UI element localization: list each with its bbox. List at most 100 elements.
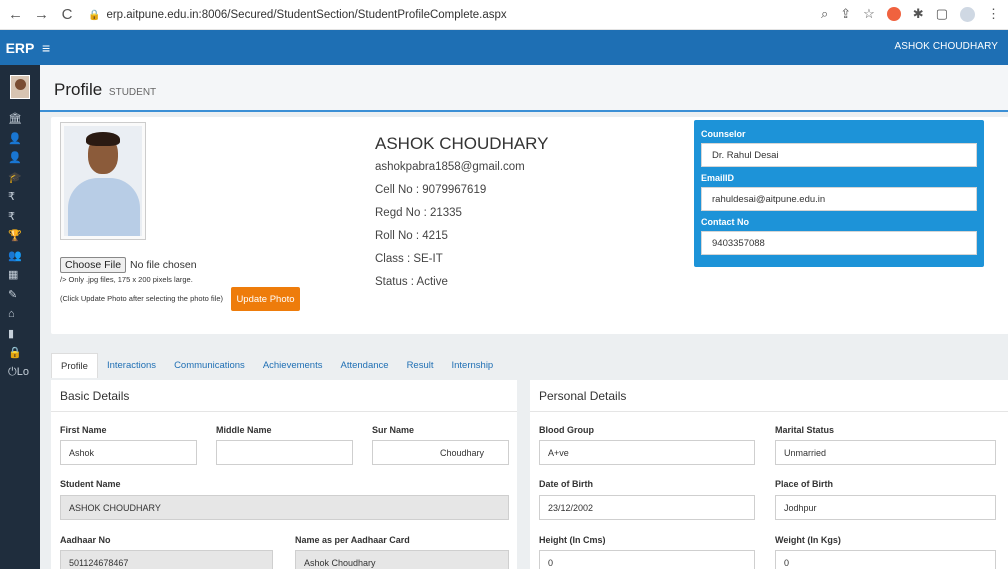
tab-interactions[interactable]: Interactions bbox=[98, 353, 165, 378]
tab-achievements[interactable]: Achievements bbox=[254, 353, 332, 378]
tab-internship[interactable]: Internship bbox=[443, 353, 503, 378]
main-content: Profile STUDENT Choose File No file chos… bbox=[40, 65, 1008, 569]
update-photo-hint: (Click Update Photo after selecting the … bbox=[60, 294, 224, 303]
reload-icon[interactable]: C bbox=[60, 6, 74, 23]
middle-name-label: Middle Name bbox=[216, 425, 272, 435]
address-bar[interactable]: 🔒 erp.aitpune.edu.in:8006/Secured/Studen… bbox=[88, 4, 888, 26]
id-card-icon[interactable]: ▦ bbox=[0, 265, 40, 285]
lock-icon: 🔒 bbox=[88, 9, 101, 21]
blood-group-label: Blood Group bbox=[539, 425, 594, 435]
student-name-field: ASHOK CHOUDHARY bbox=[60, 495, 509, 520]
extension-icon[interactable] bbox=[886, 7, 901, 21]
app-topbar: ERP ≡ ASHOK CHOUDHARY bbox=[0, 30, 1008, 65]
blood-group-field[interactable]: A+ve bbox=[539, 440, 755, 465]
dob-field[interactable]: 23/12/2002 bbox=[539, 495, 755, 520]
page-title-text: Profile bbox=[54, 80, 103, 99]
share-icon[interactable]: ⇪ bbox=[840, 6, 851, 22]
counselor-email-field: rahuldesai@aitpune.edu.in bbox=[701, 187, 977, 211]
power-icon: ⏻ bbox=[8, 365, 17, 378]
dob-label: Date of Birth bbox=[539, 479, 593, 489]
height-label: Height (In Cms) bbox=[539, 535, 606, 545]
brand-logo[interactable]: ERP bbox=[0, 40, 40, 56]
counselor-panel: Counselor Dr. Rahul Desai EmailID rahuld… bbox=[694, 120, 984, 267]
logout-item[interactable]: ⏻ Lo bbox=[0, 363, 40, 383]
tab-result[interactable]: Result bbox=[398, 353, 443, 378]
profile-avatar-icon[interactable] bbox=[960, 6, 975, 22]
aadhaar-label: Aadhaar No bbox=[60, 535, 111, 545]
counselor-email-label: EmailID bbox=[701, 173, 735, 183]
height-field[interactable]: 0 bbox=[539, 550, 755, 569]
sur-name-field[interactable]: Choudhary bbox=[372, 440, 509, 465]
update-photo-button[interactable]: Update Photo bbox=[231, 287, 300, 311]
users-icon[interactable]: 👥 bbox=[0, 246, 40, 266]
file-status: No file chosen bbox=[130, 259, 197, 271]
user-icon[interactable]: 👤 bbox=[0, 129, 40, 149]
menu-dots-icon[interactable]: ⋮ bbox=[987, 6, 1000, 22]
status-text: Status : Active bbox=[375, 276, 448, 288]
tab-communications[interactable]: Communications bbox=[165, 353, 254, 378]
counselor-contact-label: Contact No bbox=[701, 217, 749, 227]
rupee-icon[interactable]: ₹ bbox=[0, 187, 40, 207]
aadhaar-name-label: Name as per Aadhaar Card bbox=[295, 535, 410, 545]
tab-profile[interactable]: Profile bbox=[51, 353, 98, 378]
roll-no: Roll No : 4215 bbox=[375, 230, 448, 242]
book-icon[interactable]: ▮ bbox=[0, 324, 40, 344]
hamburger-menu-icon[interactable]: ≡ bbox=[42, 40, 62, 56]
trophy-icon[interactable]: 🏆 bbox=[0, 226, 40, 246]
personal-details-heading: Personal Details bbox=[530, 380, 1008, 412]
lock-icon[interactable]: 🔒 bbox=[0, 343, 40, 363]
counselor-label: Counselor bbox=[701, 129, 746, 139]
student-name: ASHOK CHOUDHARY bbox=[375, 134, 549, 153]
pob-label: Place of Birth bbox=[775, 479, 834, 489]
tab-attendance[interactable]: Attendance bbox=[331, 353, 397, 378]
logout-label: Lo bbox=[16, 366, 29, 379]
url-text: erp.aitpune.edu.in:8006/Secured/StudentS… bbox=[106, 9, 507, 21]
browser-toolbar: ← → C 🔒 erp.aitpune.edu.in:8006/Secured/… bbox=[0, 0, 1008, 30]
forward-arrow-icon[interactable]: → bbox=[34, 6, 49, 23]
basic-details-panel: Basic Details First Name Ashok Middle Na… bbox=[51, 380, 517, 569]
sidepanel-icon[interactable]: ▢ bbox=[936, 6, 948, 22]
first-name-label: First Name bbox=[60, 425, 107, 435]
student-info: ASHOK CHOUDHARY ashokpabra1858@gmail.com… bbox=[375, 134, 549, 299]
edit-icon[interactable]: ✎ bbox=[0, 285, 40, 305]
sidebar-menu: 🏛 👤 👤 🎓 ₹ ₹ 🏆 👥 ▦ ✎ ⌂ ▮ 🔒 ⏻ Lo bbox=[0, 109, 40, 382]
aadhaar-name-field: Ashok Choudhary bbox=[295, 550, 509, 569]
marital-status-field[interactable]: Unmarried bbox=[775, 440, 996, 465]
profile-tabs: Profile Interactions Communications Achi… bbox=[51, 353, 502, 378]
first-name-field[interactable]: Ashok bbox=[60, 440, 197, 465]
personal-details-panel: Personal Details Blood Group A+ve Marita… bbox=[530, 380, 1008, 569]
counselor-name-field: Dr. Rahul Desai bbox=[701, 143, 977, 167]
marital-status-label: Marital Status bbox=[775, 425, 835, 435]
middle-name-field[interactable] bbox=[216, 440, 353, 465]
sidebar-avatar[interactable] bbox=[10, 75, 30, 99]
counselor-contact-field: 9403357088 bbox=[701, 231, 977, 255]
home-icon[interactable]: ⌂ bbox=[0, 304, 40, 324]
rupee-alt-icon[interactable]: ₹ bbox=[0, 207, 40, 227]
file-size-hint: /> Only .jpg files, 175 x 200 pixels lar… bbox=[60, 275, 193, 284]
student-email: ashokpabra1858@gmail.com bbox=[375, 161, 525, 173]
pob-field[interactable]: Jodhpur bbox=[775, 495, 996, 520]
weight-field[interactable]: 0 bbox=[775, 550, 996, 569]
sidebar: 🏛 👤 👤 🎓 ₹ ₹ 🏆 👥 ▦ ✎ ⌂ ▮ 🔒 ⏻ Lo bbox=[0, 65, 40, 569]
aadhaar-field: 501124678467 bbox=[60, 550, 273, 569]
choose-file-button[interactable]: Choose File bbox=[60, 257, 127, 273]
profile-card: Choose File No file chosen /> Only .jpg … bbox=[51, 117, 1008, 334]
user-name[interactable]: ASHOK CHOUDHARY bbox=[894, 41, 998, 52]
zoom-icon[interactable]: ⌕ bbox=[821, 6, 828, 22]
basic-details-heading: Basic Details bbox=[51, 380, 517, 412]
back-arrow-icon[interactable]: ← bbox=[8, 6, 23, 23]
bookmark-star-icon[interactable]: ☆ bbox=[863, 6, 875, 22]
class-text: Class : SE-IT bbox=[375, 253, 443, 265]
student-photo bbox=[60, 122, 146, 240]
graduation-cap-icon[interactable]: 🎓 bbox=[0, 168, 40, 188]
page-subtitle: STUDENT bbox=[108, 87, 157, 98]
file-upload-row: Choose File No file chosen bbox=[60, 257, 197, 273]
student-name-label: Student Name bbox=[60, 479, 121, 489]
puzzle-icon[interactable]: ✱ bbox=[913, 6, 924, 22]
page-header: Profile STUDENT bbox=[40, 65, 1008, 112]
bank-icon[interactable]: 🏛 bbox=[0, 109, 40, 129]
user-alt-icon[interactable]: 👤 bbox=[0, 148, 40, 168]
weight-label: Weight (In Kgs) bbox=[775, 535, 841, 545]
sur-name-label: Sur Name bbox=[372, 425, 415, 435]
page-title: Profile STUDENT bbox=[54, 80, 156, 100]
